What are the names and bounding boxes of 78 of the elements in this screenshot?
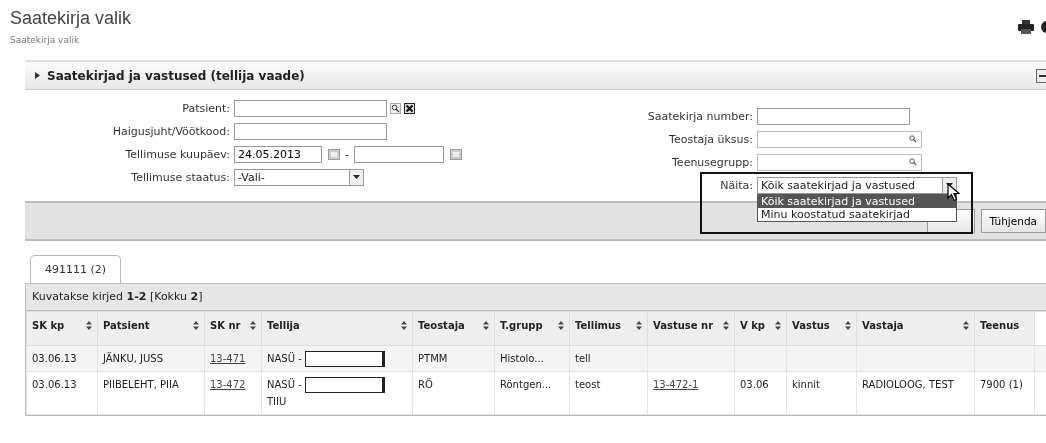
column-header[interactable]: SK nr	[204, 311, 262, 346]
status-select[interactable]: -Vali-	[234, 168, 364, 186]
print-icon[interactable]	[1018, 20, 1034, 34]
column-header[interactable]: Vastuse nr	[647, 311, 735, 346]
sort-icon[interactable]	[193, 321, 199, 330]
table-cell: teost	[575, 379, 601, 390]
column-header[interactable]: SK kp	[26, 311, 98, 346]
calendar-icon[interactable]	[328, 148, 340, 160]
table-cell: 03.06.13	[32, 353, 77, 364]
range-separator: -	[344, 147, 350, 161]
table-cell: 03.06.13	[32, 379, 77, 390]
search-icon[interactable]	[908, 134, 918, 144]
table-cell: Histolo...	[500, 353, 544, 364]
record-link[interactable]: 13-472	[210, 379, 246, 390]
calendar-icon[interactable]	[450, 148, 462, 160]
column-header[interactable]: Tellija	[261, 311, 413, 346]
search-icon[interactable]	[908, 157, 918, 167]
table-cell: 7900 (1)	[980, 379, 1023, 390]
column-header[interactable]: Tellimus	[569, 311, 648, 346]
table-cell: RÖ	[418, 379, 433, 390]
field-label: Tellimuse kuupäev:	[124, 147, 231, 161]
date-field[interactable]	[354, 145, 444, 163]
input-field[interactable]	[757, 107, 910, 125]
table-cell: tell	[575, 353, 591, 364]
column-header[interactable]: Teostaja	[412, 311, 495, 346]
table-cell: RADIOLOOG, TEST	[862, 379, 954, 390]
sort-icon[interactable]	[845, 321, 851, 330]
table-cell: JÄNKU, JUSS	[103, 353, 164, 364]
column-header[interactable]: Vastus	[786, 311, 857, 346]
input-field[interactable]	[234, 99, 387, 117]
field-label: Haigusjuht/Vöötkood:	[111, 124, 231, 138]
field-label: Teenusegrupp:	[671, 155, 754, 169]
breadcrumb: Saatekirja valik	[10, 35, 81, 45]
sort-icon[interactable]	[250, 321, 256, 330]
show-select[interactable]: Kõik saatekirjad ja vastused	[757, 176, 957, 194]
page-title: Saatekirja valik	[10, 8, 132, 29]
table-cell: TIIU	[267, 396, 287, 407]
table-cell: Röntgen...	[500, 379, 552, 390]
lookup-field[interactable]	[757, 153, 922, 171]
expand-arrow-icon	[35, 72, 40, 79]
dropdown-arrow-icon[interactable]	[353, 175, 360, 179]
field-label: Teostaja üksus:	[668, 132, 754, 146]
sort-icon[interactable]	[86, 321, 92, 330]
date-field[interactable]: 24.05.2013	[234, 145, 322, 163]
sort-icon[interactable]	[723, 321, 729, 330]
table-cell: PIIBELEHT, PIIA	[103, 379, 179, 390]
collapse-button[interactable]	[1036, 68, 1046, 83]
lookup-field[interactable]	[757, 130, 922, 148]
input-field[interactable]	[234, 122, 387, 140]
tab[interactable]: 491111 (2)	[30, 255, 122, 283]
column-header[interactable]: Teenus	[974, 311, 1035, 346]
field-label: Patsient:	[181, 101, 231, 115]
column-header[interactable]: T.grupp	[494, 311, 570, 346]
table-cell: 03.06	[740, 379, 769, 390]
record-link[interactable]: 13-472-1	[653, 379, 699, 390]
clear-button[interactable]: Tühjenda	[980, 209, 1046, 233]
sort-icon[interactable]	[483, 321, 489, 330]
column-header[interactable]: Vastaja	[856, 311, 975, 346]
field-label: Tellimuse staatus:	[130, 170, 231, 184]
search-icon[interactable]	[390, 102, 401, 114]
results-summary: Kuvatakse kirjed 1-2 [Kokku 2]	[26, 284, 1046, 311]
sort-icon[interactable]	[401, 321, 407, 330]
table-cell-text: NASÜ -	[267, 351, 302, 366]
dropdown-option[interactable]: Minu koostatud saatekirjad	[758, 207, 956, 221]
clear-icon[interactable]	[404, 102, 415, 114]
field-label: Näita:	[719, 178, 754, 192]
sort-icon[interactable]	[963, 321, 969, 330]
sort-icon[interactable]	[775, 321, 781, 330]
column-header[interactable]: V kp	[734, 311, 787, 346]
table-cell: kinnit	[792, 379, 820, 390]
field-label: Saatekirja number:	[646, 109, 754, 123]
table-cell-text: NASÜ -	[267, 377, 302, 392]
table-cell: PTMM	[418, 353, 448, 364]
panel-title[interactable]: Saatekirjad ja vastused (tellija vaade)	[25, 68, 305, 83]
dropdown-option[interactable]: Kõik saatekirjad ja vastused	[758, 194, 956, 208]
column-header[interactable]: Patsient	[97, 311, 205, 346]
sort-icon[interactable]	[636, 321, 642, 330]
sort-icon[interactable]	[558, 321, 564, 330]
